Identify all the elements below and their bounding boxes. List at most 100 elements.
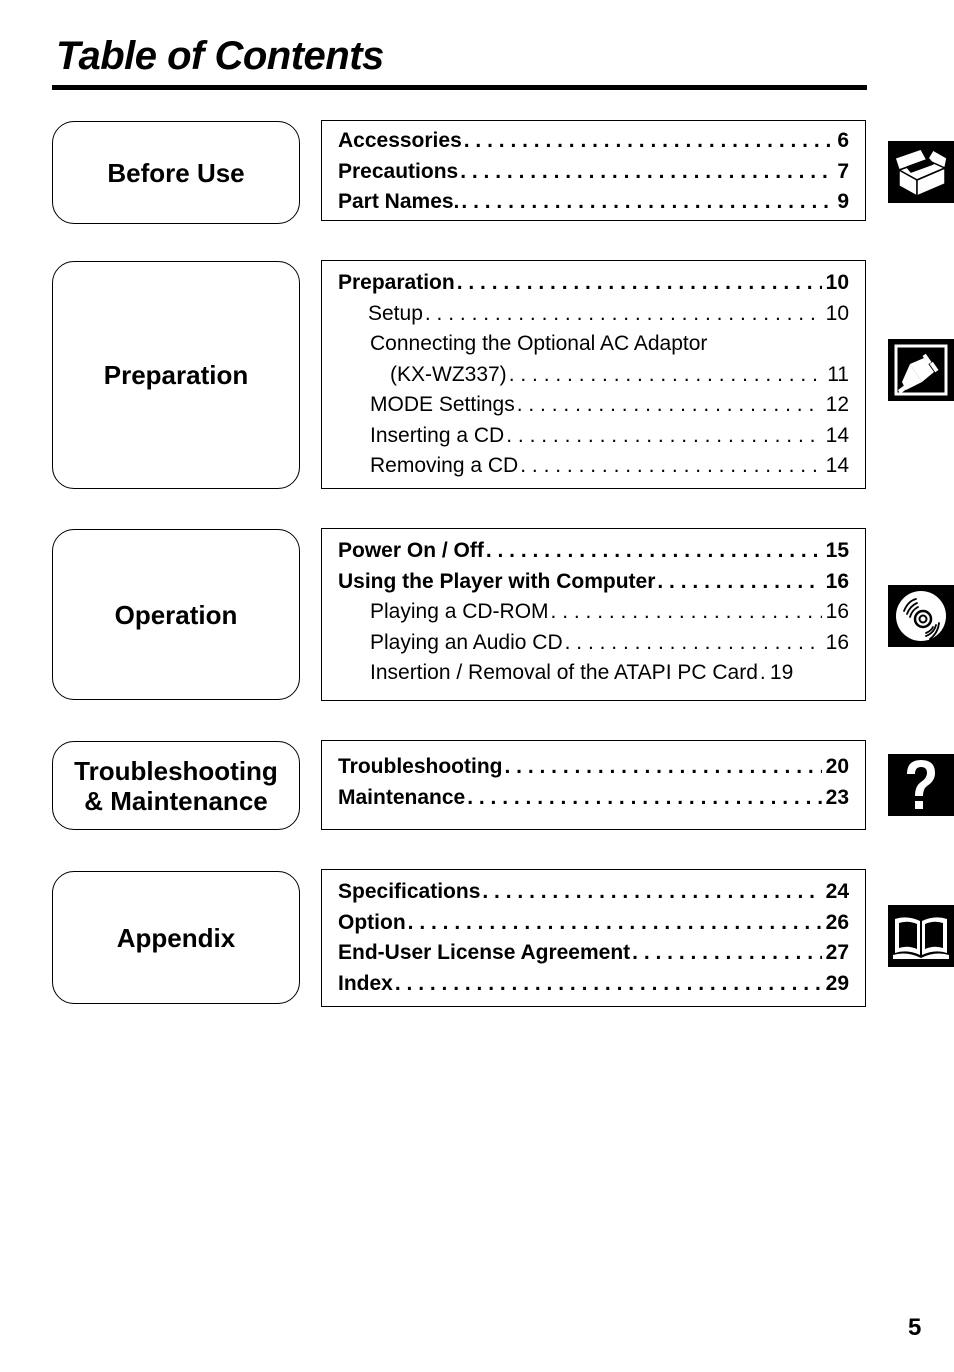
toc-entry-label: Accessories: [338, 129, 462, 152]
toc-entry-label: Setup: [368, 301, 423, 325]
toc-box-troubleshooting-maintenance: Troubleshooting 20 Maintenance 23: [321, 740, 866, 830]
toc-entry-page: 20: [825, 755, 849, 778]
tab-troubleshooting[interactable]: [888, 754, 954, 816]
toc-entry-page: 10: [825, 271, 849, 294]
toc-entry-page: 10: [825, 301, 849, 325]
toc-entry-label: Precautions: [338, 159, 459, 183]
leader-dots: [657, 570, 821, 594]
leader-dots: [486, 539, 822, 563]
page-title: Table of Contents: [56, 34, 384, 78]
toc-box-appendix: Specifications 24 Option 26 End-User Lic…: [321, 869, 866, 1007]
leader-dots: [517, 393, 822, 417]
toc-entry-kx-wz337[interactable]: (KX-WZ337) 11: [338, 363, 849, 394]
toc-entry-page: 15: [825, 539, 849, 562]
toc-entry-power-on-off[interactable]: Power On / Off 15: [338, 539, 849, 570]
toc-entry-page: 19: [769, 661, 794, 684]
toc-entry-preparation[interactable]: Preparation 10: [338, 271, 849, 302]
toc-entry-setup[interactable]: Setup 10: [338, 302, 849, 333]
toc-entry-connecting-ac-adaptor[interactable]: Connecting the Optional AC Adaptor: [338, 332, 849, 363]
toc-entry-label: Insertion / Removal of the ATAPI PC Card: [370, 661, 758, 684]
toc-entry-label: Specifications: [338, 880, 481, 903]
section-label-text: Preparation: [103, 360, 249, 390]
leader-dots: [482, 880, 821, 904]
toc-entry-page: 7: [837, 159, 849, 183]
section-label-appendix[interactable]: Appendix: [52, 871, 300, 1004]
compact-disc-icon: [892, 587, 950, 645]
tab-before-use[interactable]: [888, 141, 954, 203]
toc-entry-label: Using the Player with Computer: [338, 569, 656, 593]
section-label-troubleshooting-maintenance[interactable]: Troubleshooting & Maintenance: [52, 741, 300, 830]
toc-entry-page: 29: [825, 971, 849, 995]
toc-entry-mode-settings[interactable]: MODE Settings 12: [338, 393, 849, 424]
leader-dots: [467, 786, 821, 810]
toc-box-operation: Power On / Off 15 Using the Player with …: [321, 528, 866, 701]
toc-entry-label: (KX-WZ337): [390, 362, 507, 386]
toc-entry-atapi-pc-card[interactable]: Insertion / Removal of the ATAPI PC Card…: [338, 661, 849, 692]
toc-entry-maintenance[interactable]: Maintenance 23: [338, 786, 849, 817]
toc-entry-accessories[interactable]: Accessories 6: [338, 129, 849, 160]
tab-operation[interactable]: [888, 585, 954, 647]
toc-entry-label: Maintenance: [338, 785, 466, 809]
leader-dots: [565, 631, 822, 655]
section-label-text-line1: Troubleshooting: [74, 755, 278, 786]
toc-entry-label: Index: [338, 971, 393, 995]
toc-entry-removing-cd[interactable]: Removing a CD 14: [338, 454, 849, 485]
leader-dots: [464, 129, 831, 153]
toc-entry-page: 26: [825, 910, 849, 934]
leader-dots: [506, 424, 821, 448]
leader-dots: [520, 454, 821, 478]
toc-entry-label: MODE Settings: [370, 393, 515, 416]
tab-preparation[interactable]: [888, 339, 954, 401]
toc-entry-label: End-User License Agreement: [338, 941, 631, 964]
leader-dots: [509, 363, 824, 387]
toc-entry-playing-cd-rom[interactable]: Playing a CD-ROM 16: [338, 600, 849, 631]
section-label-text: Appendix: [116, 922, 236, 953]
toc-entry-inserting-cd[interactable]: Inserting a CD 14: [338, 424, 849, 455]
toc-entry-label: Removing a CD: [370, 454, 519, 477]
toc-entry-playing-audio-cd[interactable]: Playing an Audio CD 16: [338, 631, 849, 662]
toc-entry-eula[interactable]: End-User License Agreement 27: [338, 941, 849, 972]
section-label-text-line2: & Maintenance: [84, 785, 268, 816]
leader-dots: [457, 271, 822, 295]
toc-entry-label: Option: [338, 910, 406, 934]
toc-entry-page: 23: [825, 785, 849, 809]
toc-entry-label: Connecting the Optional AC Adaptor: [370, 332, 708, 355]
page-number: 5: [908, 1314, 922, 1341]
toc-entry-page: 27: [825, 941, 849, 964]
toc-entry-page: 11: [827, 362, 849, 386]
open-box-icon: [893, 144, 949, 200]
leader-dots: [425, 302, 822, 326]
toc-entry-precautions[interactable]: Precautions 7: [338, 160, 849, 191]
toc-entry-option[interactable]: Option 26: [338, 911, 849, 942]
toc-entry-label: Troubleshooting: [338, 755, 503, 778]
toc-entry-page: 16: [825, 600, 849, 623]
toc-entry-page: 16: [825, 569, 849, 593]
leader-dots: [408, 911, 822, 935]
toc-entry-troubleshooting[interactable]: Troubleshooting 20: [338, 755, 849, 786]
title-rule: [52, 85, 867, 90]
toc-entry-page: 14: [825, 423, 849, 447]
toc-entry-page: 14: [825, 454, 849, 477]
toc-box-preparation: Preparation 10 Setup 10 Connecting the O…: [321, 260, 866, 489]
leader-dots: [395, 972, 822, 996]
toc-entry-page: 24: [825, 880, 849, 903]
toc-entry-part-names[interactable]: Part Names. 9: [338, 190, 849, 221]
toc-entry-label: Inserting a CD: [370, 423, 505, 447]
open-book-icon: [891, 911, 951, 961]
tab-appendix[interactable]: [888, 905, 954, 967]
toc-entry-using-player-with-computer[interactable]: Using the Player with Computer 16: [338, 570, 849, 601]
toc-entry-index[interactable]: Index 29: [338, 972, 849, 1003]
leader-dots: [632, 941, 821, 965]
toc-entry-label: Power On / Off: [338, 539, 484, 562]
section-label-operation[interactable]: Operation: [52, 529, 300, 700]
section-label-text: Before Use: [107, 157, 245, 188]
section-label-text: Operation: [114, 599, 238, 630]
toc-entry-specifications[interactable]: Specifications 24: [338, 880, 849, 911]
toc-entry-page: 9: [837, 190, 849, 213]
toc-entry-label: Part Names.: [338, 190, 460, 213]
toc-entry-page: 12: [825, 393, 849, 416]
question-mark-icon: [901, 756, 941, 814]
section-label-before-use[interactable]: Before Use: [52, 121, 300, 224]
leader-dots: [551, 600, 822, 624]
section-label-preparation[interactable]: Preparation: [52, 261, 300, 489]
